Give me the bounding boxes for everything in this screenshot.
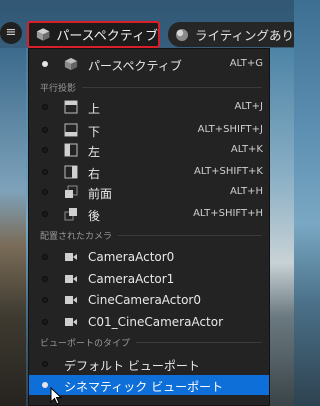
- menu-item-bottom[interactable]: 下 ALT+SHIFT+J: [29, 120, 269, 140]
- viewport-background-left: [0, 48, 26, 406]
- menu-item-label: パースペクティブ: [88, 59, 182, 73]
- perspective-dropdown-button[interactable]: パースペクティブ: [27, 21, 160, 48]
- radio-unchecked-icon: [42, 104, 48, 110]
- menu-item-label: 右: [88, 167, 101, 181]
- menu-item-back[interactable]: 後 ALT+SHIFT+H: [29, 204, 269, 224]
- menu-item-perspective[interactable]: パースペクティブ ALT+G: [29, 54, 269, 74]
- view-bottom-icon: [64, 123, 78, 137]
- shortcut-text: ALT+H: [229, 186, 263, 197]
- section-divider: [136, 341, 262, 343]
- cube-icon: [64, 57, 78, 71]
- menu-item-label: 後: [88, 209, 101, 223]
- radio-unchecked-icon: [42, 361, 48, 367]
- radio-unchecked-icon: [42, 211, 48, 217]
- shortcut-text: ALT+SHIFT+K: [194, 166, 263, 177]
- menu-item-label: CineCameraActor0: [88, 293, 202, 307]
- camera-icon: [65, 275, 77, 283]
- menu-item-cinematic-viewport[interactable]: シネマティック ビューポート: [29, 375, 269, 395]
- section-divider: [118, 234, 262, 236]
- menu-item-label: 左: [88, 145, 101, 159]
- menu-item-label: 上: [88, 102, 101, 116]
- shortcut-text: ALT+SHIFT+J: [197, 124, 263, 135]
- view-top-icon: [64, 100, 78, 114]
- menu-item-label: デフォルト ビューポート: [64, 359, 200, 373]
- section-title: 配置されたカメラ: [40, 231, 113, 242]
- radio-unchecked-icon: [42, 147, 48, 153]
- view-mode-dropdown-menu: パースペクティブ ALT+G 平行投影 上 ALT+J 下 ALT+SHIFT+…: [28, 48, 270, 406]
- camera-icon: [65, 296, 77, 304]
- menu-item-front[interactable]: 前面 ALT+H: [29, 182, 269, 202]
- shortcut-text: ALT+J: [234, 101, 263, 112]
- view-front-icon: [65, 185, 78, 198]
- section-title: ビューポートのタイプ: [40, 338, 131, 349]
- section-header-viewport-type: ビューポートのタイプ: [40, 335, 262, 349]
- section-title: 平行投影: [40, 83, 77, 94]
- radio-checked-icon: [42, 61, 48, 67]
- radio-unchecked-icon: [42, 276, 48, 282]
- menu-item-label: C01_CineCameraActor: [88, 315, 224, 329]
- camera-icon: [65, 318, 77, 326]
- radio-checked-icon: [42, 382, 48, 388]
- menu-item-label: CameraActor1: [88, 272, 175, 286]
- viewport-toolbar: ≡ パースペクティブ ライティングあり: [0, 0, 294, 48]
- shortcut-text: ALT+K: [230, 144, 263, 155]
- camera-icon: [65, 253, 77, 261]
- menu-item-label: 前面: [88, 187, 113, 201]
- shortcut-text: ALT+G: [229, 58, 263, 69]
- menu-item-label: シネマティック ビューポート: [64, 380, 224, 394]
- menu-item-c01-cine-camera-actor[interactable]: C01_CineCameraActor: [29, 312, 269, 332]
- radio-unchecked-icon: [42, 297, 48, 303]
- view-right-icon: [64, 165, 78, 179]
- radio-unchecked-icon: [42, 189, 48, 195]
- mouse-cursor-icon: [50, 387, 62, 405]
- view-back-icon: [64, 208, 77, 221]
- radio-unchecked-icon: [42, 254, 48, 260]
- hamburger-menu-button[interactable]: ≡: [0, 22, 22, 44]
- menu-item-top[interactable]: 上 ALT+J: [29, 97, 269, 117]
- shortcut-text: ALT+SHIFT+H: [193, 208, 263, 219]
- radio-unchecked-icon: [42, 169, 48, 175]
- radio-unchecked-icon: [42, 319, 48, 325]
- view-left-icon: [64, 143, 78, 157]
- menu-item-default-viewport[interactable]: デフォルト ビューポート: [29, 354, 269, 374]
- perspective-button-label: パースペクティブ: [56, 29, 158, 44]
- cube-icon: [36, 28, 50, 41]
- menu-item-label: 下: [88, 125, 101, 139]
- lit-sphere-icon: [175, 28, 188, 41]
- menu-item-right[interactable]: 右 ALT+SHIFT+K: [29, 162, 269, 182]
- menu-item-cine-camera-actor-0[interactable]: CineCameraActor0: [29, 290, 269, 310]
- menu-item-label: CameraActor0: [88, 250, 175, 264]
- section-divider: [82, 86, 262, 88]
- section-header-orthographic: 平行投影: [40, 80, 262, 94]
- viewport-background-right: [270, 48, 294, 406]
- section-header-placed-cameras: 配置されたカメラ: [40, 228, 262, 242]
- menu-item-camera-actor-0[interactable]: CameraActor0: [29, 247, 269, 267]
- lighting-mode-button[interactable]: ライティングあり: [168, 22, 294, 47]
- radio-unchecked-icon: [42, 127, 48, 133]
- menu-item-left[interactable]: 左 ALT+K: [29, 140, 269, 160]
- lighting-button-label: ライティングあり: [194, 28, 294, 43]
- menu-item-camera-actor-1[interactable]: CameraActor1: [29, 269, 269, 289]
